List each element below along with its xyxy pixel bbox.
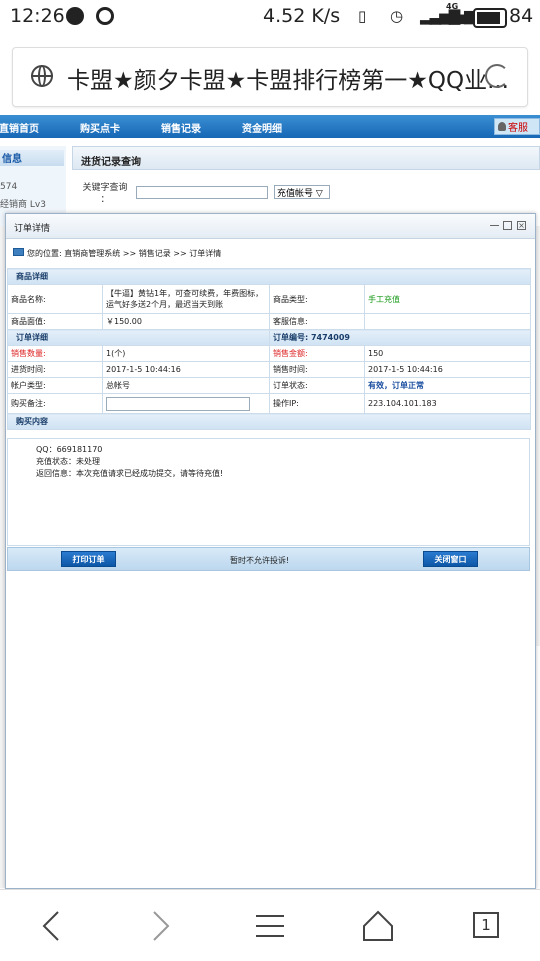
home-icon[interactable] (362, 910, 394, 942)
globe-icon (31, 65, 53, 87)
page-title-url[interactable]: 卡盟★颜夕卡盟★卡盟排行榜第一★QQ业... (67, 61, 509, 95)
product-section-header: 商品详细 (7, 268, 531, 285)
close-window-button[interactable]: 关闭窗口 (423, 551, 478, 567)
ip-value: 223.104.101.183 (364, 393, 531, 414)
product-name-label: 商品名称: (7, 284, 103, 314)
signal-4g-icon: ▂▃▅▇ (440, 10, 474, 25)
browser-notification-icon (96, 7, 114, 25)
network-speed: 4.52 K/s (263, 5, 341, 27)
order-section-header: 订单详细 (7, 329, 270, 346)
dialog-title: 订单详情 (14, 224, 51, 234)
sale-qty-value: 1(个) (102, 345, 270, 362)
remark-label: 购买备注: (7, 393, 103, 414)
purchase-time-value: 2017-1-5 10:44:16 (102, 361, 270, 378)
sale-amount-value: 150 (364, 345, 531, 362)
face-value-value: ￥150.00 (102, 313, 270, 330)
content-qq: QQ：669181170 (36, 445, 103, 454)
customer-service-value (364, 313, 531, 330)
reload-icon[interactable] (485, 64, 509, 88)
content-section-header: 购买内容 (7, 413, 531, 430)
address-bar[interactable]: 卡盟★颜夕卡盟★卡盟排行榜第一★QQ业... (12, 47, 528, 107)
sidebar-header: 信息 (0, 150, 64, 166)
sync-icon (66, 7, 84, 25)
battery-icon (473, 8, 507, 28)
breadcrumb-text: 您的位置: 直销商管理系统 >> 销售记录 >> 订单详情 (27, 249, 222, 258)
content-return: 返回信息：本次充值请求已经成功提交，请等待充值! (36, 469, 224, 478)
site-nav: 直销首页 购买点卡 销售记录 资金明细 客服 (0, 115, 540, 138)
filter-select-value: 充值帐号 (277, 189, 314, 199)
purchase-time-label: 进货时间: (7, 361, 103, 378)
product-name-value: 【牛逼】黄钻1年，可查可续费，年费图标，运气好多送2个月，最迟当天到账 (102, 284, 270, 314)
customer-service-label: 客服信息: (269, 313, 365, 330)
order-detail-dialog: 订单详情 × 您的位置: 直销商管理系统 >> 销售记录 >> 订单详情 商品详… (5, 213, 536, 889)
close-icon[interactable]: × (517, 221, 526, 230)
vibrate-icon: ▯ (358, 7, 367, 25)
filter-select[interactable]: 充值帐号 ▽ (274, 185, 330, 199)
panel-title: 进货记录查询 (72, 146, 540, 170)
back-icon[interactable] (40, 910, 64, 942)
complaint-notice: 暂时不允许投诉! (230, 556, 290, 565)
keyword-label: 关键字查询 ： (82, 183, 128, 205)
menu-icon[interactable] (254, 910, 286, 942)
nav-item-home[interactable]: 直销首页 (0, 120, 39, 135)
product-type-label: 商品类型: (269, 284, 365, 314)
nav-item-funds[interactable]: 资金明细 (242, 120, 282, 135)
remark-input[interactable] (106, 396, 250, 411)
sale-qty-label: 销售数量: (7, 345, 103, 362)
purchase-content: QQ：669181170 充值状态：未处理 返回信息：本次充值请求已经成功提交，… (7, 438, 530, 546)
status-time: 12:26 (10, 5, 65, 27)
sale-time-label: 销售时间: (269, 361, 365, 378)
nav-item-buy-card[interactable]: 购买点卡 (80, 120, 120, 135)
status-bar: 12:26 4.52 K/s ▯ ◷ ▂▃▅▇ 4G ▂▃▅▇ 84 (0, 0, 540, 36)
face-value-label: 商品面值: (7, 313, 103, 330)
account-type-value: 总帐号 (102, 377, 270, 394)
account-type-label: 帐户类型: (7, 377, 103, 394)
battery-percent: 84 (509, 5, 534, 27)
breadcrumb: 您的位置: 直销商管理系统 >> 销售记录 >> 订单详情 (6, 242, 535, 262)
sale-time-value: 2017-1-5 10:44:16 (364, 361, 531, 378)
browser-bottom-nav: 1 (0, 889, 540, 961)
print-order-button[interactable]: 打印订单 (61, 551, 116, 567)
account-level: 经销商 Lv3 (0, 200, 46, 210)
tabs-button[interactable]: 1 (473, 912, 499, 938)
order-number: 订单编号: 7474009 (269, 329, 531, 346)
sale-amount-label: 销售金额: (269, 345, 365, 362)
dialog-titlebar: 订单详情 × (6, 214, 535, 239)
order-table: 商品详细 商品名称: 【牛逼】黄钻1年，可查可续费，年费图标，运气好多送2个月，… (7, 268, 531, 430)
remark-cell (102, 393, 270, 414)
forward-icon[interactable] (148, 910, 172, 942)
account-id: 574 (0, 182, 18, 192)
dialog-footer: 打印订单 暂时不允许投诉! 关闭窗口 (7, 547, 530, 571)
maximize-icon[interactable] (503, 221, 512, 230)
product-type-value: 手工充值 (364, 284, 531, 314)
customer-service-label: 客服 (508, 123, 528, 134)
alarm-icon: ◷ (390, 7, 404, 25)
customer-service-button[interactable]: 客服 (494, 118, 540, 135)
monitor-icon (13, 248, 24, 256)
minimize-icon[interactable] (490, 221, 499, 230)
ip-label: 操作IP: (269, 393, 365, 414)
nav-item-sales-record[interactable]: 销售记录 (161, 120, 201, 135)
content-status: 充值状态：未处理 (36, 457, 100, 466)
keyword-input[interactable] (136, 186, 268, 199)
order-status-label: 订单状态: (269, 377, 365, 394)
order-status-value: 有效，订单正常 (364, 377, 531, 394)
